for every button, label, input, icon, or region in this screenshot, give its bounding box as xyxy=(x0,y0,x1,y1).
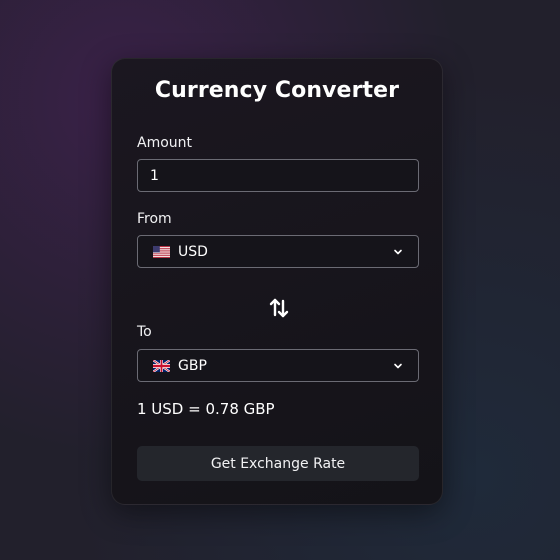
from-currency-select[interactable]: USD xyxy=(137,235,419,268)
to-currency-code: GBP xyxy=(178,357,207,374)
from-currency-code: USD xyxy=(178,243,208,260)
to-label: To xyxy=(137,324,152,340)
swap-arrows-icon[interactable] xyxy=(268,297,290,319)
chevron-down-icon xyxy=(394,363,402,369)
get-exchange-rate-button[interactable]: Get Exchange Rate xyxy=(137,446,419,481)
amount-input[interactable] xyxy=(138,160,418,191)
page-title: Currency Converter xyxy=(154,78,400,103)
from-label: From xyxy=(137,211,172,227)
exchange-rate-result: 1 USD = 0.78 GBP xyxy=(137,400,275,418)
amount-field[interactable] xyxy=(137,159,419,192)
us-flag-icon xyxy=(153,245,170,258)
converter-card: Currency Converter Amount From USD xyxy=(111,58,443,505)
chevron-down-icon xyxy=(394,249,402,255)
uk-flag-icon xyxy=(153,359,170,372)
to-currency-select[interactable]: GBP xyxy=(137,349,419,382)
amount-label: Amount xyxy=(137,135,193,151)
